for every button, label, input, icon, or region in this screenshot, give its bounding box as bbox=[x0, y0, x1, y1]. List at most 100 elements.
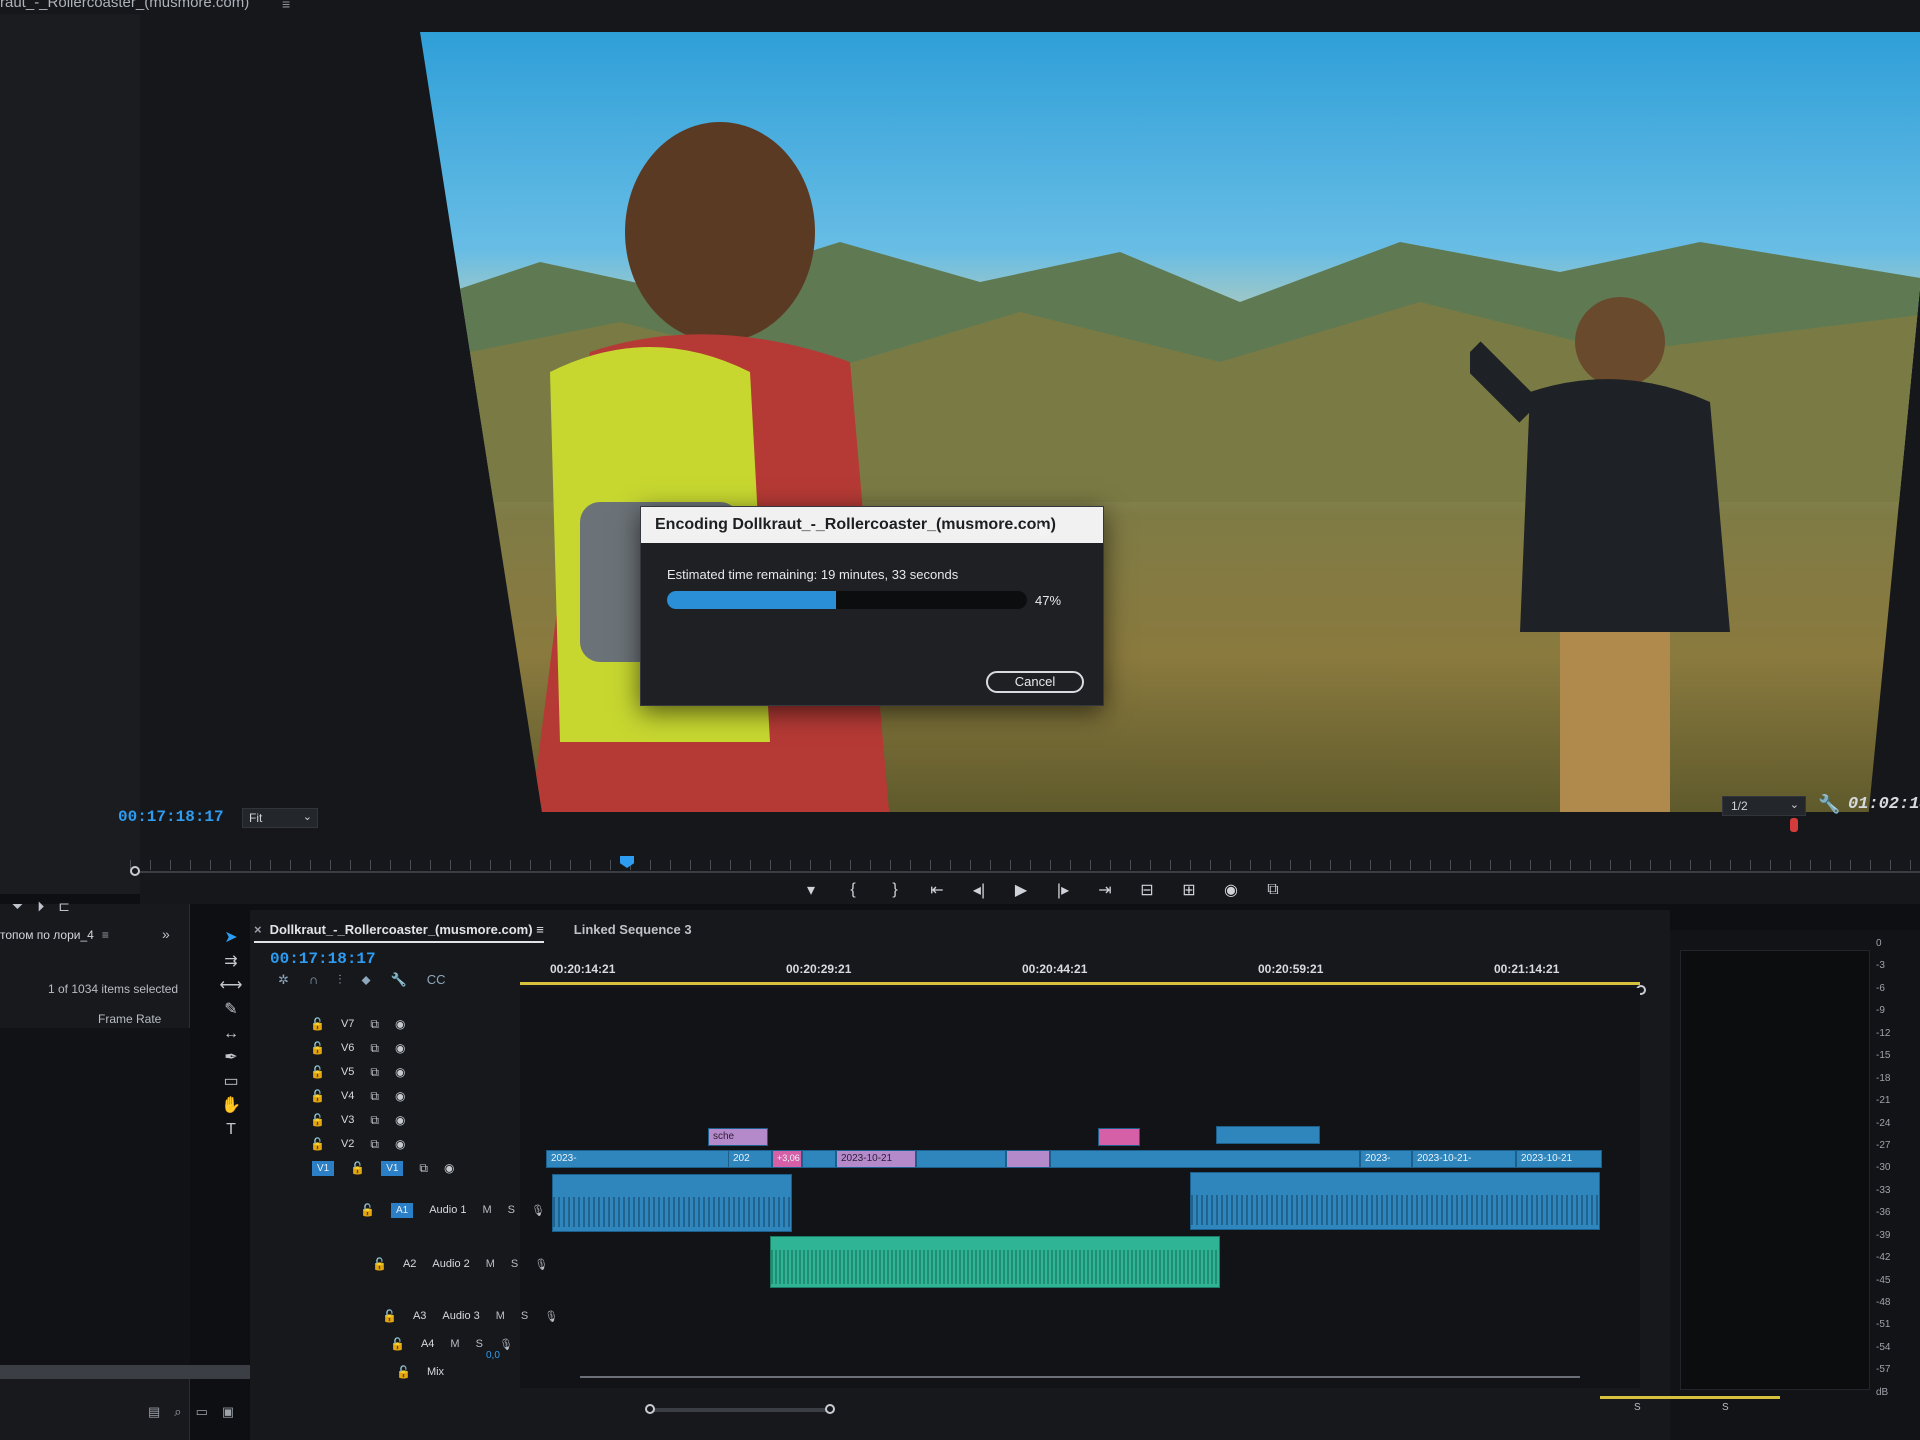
eye-icon[interactable]: ◉ bbox=[395, 1065, 405, 1079]
track-select-tool-icon[interactable]: ⇉ bbox=[224, 954, 237, 970]
eye-icon[interactable]: ◉ bbox=[395, 1113, 405, 1127]
linked-selection-icon[interactable]: ⫶ bbox=[338, 972, 341, 988]
fx-clip[interactable]: sche bbox=[708, 1128, 768, 1146]
source-patch-v1[interactable]: V1 bbox=[312, 1160, 335, 1176]
mute-icon[interactable]: M bbox=[496, 1310, 505, 1322]
lock-icon[interactable]: 🔓 bbox=[360, 1203, 375, 1217]
lock-icon[interactable]: 🔓 bbox=[372, 1257, 387, 1271]
playback-resolution-select[interactable]: 1/2 ⌄ bbox=[1722, 796, 1806, 816]
video-clip[interactable]: 2023-10-21- bbox=[1412, 1150, 1516, 1168]
sync-lock-icon[interactable]: ⧉ bbox=[419, 1161, 428, 1176]
video-clip[interactable]: 202 bbox=[728, 1150, 772, 1168]
zoom-fit-select[interactable]: Fit ⌄ bbox=[242, 808, 318, 828]
track-label-v1[interactable]: V1 bbox=[381, 1160, 404, 1176]
mute-icon[interactable]: M bbox=[486, 1258, 495, 1270]
video-clip[interactable] bbox=[1216, 1126, 1320, 1144]
play-button[interactable]: ▶ bbox=[1010, 880, 1032, 900]
video-clip[interactable] bbox=[916, 1150, 1006, 1168]
nest-icon[interactable]: ✲ bbox=[278, 972, 289, 988]
captions-icon[interactable]: CC bbox=[427, 972, 446, 988]
wrench-icon[interactable]: 🔧 bbox=[1818, 794, 1840, 815]
audio-clip[interactable] bbox=[1190, 1172, 1600, 1230]
timeline-zoom-scrollbar[interactable] bbox=[645, 1404, 835, 1414]
panel-overflow-icon[interactable]: » bbox=[162, 926, 170, 942]
lock-icon[interactable]: 🔓 bbox=[310, 1137, 325, 1151]
sync-lock-icon[interactable]: ⧉ bbox=[370, 1041, 379, 1056]
audio-clip[interactable] bbox=[552, 1174, 792, 1232]
mute-icon[interactable]: M bbox=[483, 1204, 492, 1216]
list-view-icon[interactable]: ▤ bbox=[148, 1404, 160, 1420]
graphics-clip[interactable] bbox=[1098, 1128, 1140, 1146]
solo-right-button[interactable]: S bbox=[1722, 1402, 1729, 1413]
timeline-ruler[interactable]: 00:20:14:21 00:20:29:21 00:20:44:21 00:2… bbox=[520, 956, 1640, 986]
window-tab-menu-icon[interactable]: ≡ bbox=[282, 0, 290, 12]
mix-volume-value[interactable]: 0,0 bbox=[486, 1350, 500, 1361]
lock-icon[interactable]: 🔓 bbox=[390, 1337, 405, 1351]
microphone-icon[interactable]: 🎙 bbox=[499, 1338, 513, 1351]
snap-icon[interactable]: ∩ bbox=[309, 972, 318, 988]
panel-menu-icon[interactable]: ≡ bbox=[102, 928, 109, 942]
tab-active-sequence[interactable]: × Dollkraut_-_Rollercoaster_(musmore.com)… bbox=[254, 922, 544, 943]
hand-tool-icon[interactable]: ✋ bbox=[221, 1098, 241, 1114]
new-bin-icon[interactable]: ⊏ bbox=[58, 898, 70, 915]
close-icon[interactable]: × bbox=[254, 922, 262, 937]
add-marker-button[interactable]: ▾ bbox=[800, 880, 822, 900]
mark-out-button[interactable]: } bbox=[884, 881, 906, 899]
insert-icon[interactable]: ⏵ bbox=[37, 898, 44, 915]
lift-button[interactable]: ⊟ bbox=[1136, 880, 1158, 900]
video-clip-selected[interactable]: 2023-10-21 bbox=[836, 1150, 916, 1168]
lock-icon[interactable]: 🔓 bbox=[310, 1113, 325, 1127]
video-clip[interactable] bbox=[802, 1150, 836, 1168]
timeline-timecode[interactable]: 00:17:18:17 bbox=[270, 950, 376, 968]
video-clip[interactable]: 2023- bbox=[1360, 1150, 1412, 1168]
lock-icon[interactable]: 🔓 bbox=[310, 1089, 325, 1103]
type-tool-icon[interactable]: T bbox=[226, 1122, 236, 1138]
monitor-scrubber[interactable] bbox=[130, 856, 1920, 876]
eye-icon[interactable]: ◉ bbox=[395, 1137, 405, 1151]
lock-icon[interactable]: 🔓 bbox=[310, 1017, 325, 1031]
project-tab[interactable]: топом по лори_4 ≡ bbox=[0, 928, 109, 942]
project-item-list[interactable] bbox=[0, 1028, 190, 1378]
mute-icon[interactable]: M bbox=[450, 1338, 459, 1350]
solo-icon[interactable]: S bbox=[511, 1258, 518, 1270]
pen-tool-icon[interactable]: ✒ bbox=[224, 1050, 237, 1066]
lock-icon[interactable]: 🔓 bbox=[310, 1065, 325, 1079]
microphone-icon[interactable]: 🎙 bbox=[531, 1204, 545, 1217]
panel-menu-icon[interactable]: ≡ bbox=[536, 922, 544, 937]
solo-icon[interactable]: S bbox=[521, 1310, 528, 1322]
solo-left-button[interactable]: S bbox=[1634, 1402, 1641, 1413]
sync-lock-icon[interactable]: ⧉ bbox=[370, 1065, 379, 1080]
slip-tool-icon[interactable]: ↔ bbox=[223, 1026, 239, 1042]
video-clip-selected[interactable] bbox=[1006, 1150, 1050, 1168]
lock-icon[interactable]: 🔓 bbox=[350, 1161, 365, 1175]
lock-icon[interactable]: 🔓 bbox=[396, 1365, 411, 1379]
cancel-button[interactable]: Cancel bbox=[986, 671, 1084, 693]
solo-icon[interactable]: S bbox=[476, 1338, 483, 1350]
eye-icon[interactable]: ◉ bbox=[395, 1041, 405, 1055]
video-clip[interactable]: 2023-10-21 bbox=[1516, 1150, 1602, 1168]
lock-icon[interactable]: 🔓 bbox=[310, 1041, 325, 1055]
mark-in-button[interactable]: { bbox=[842, 881, 864, 899]
scrubber-start-handle[interactable] bbox=[130, 866, 140, 876]
rectangle-tool-icon[interactable]: ▭ bbox=[223, 1074, 238, 1090]
step-forward-button[interactable]: |▸ bbox=[1052, 880, 1074, 900]
go-to-out-button[interactable]: ⇥ bbox=[1094, 880, 1116, 900]
marker-icon[interactable] bbox=[1790, 818, 1798, 832]
ripple-edit-tool-icon[interactable]: ⟷ bbox=[220, 978, 243, 994]
wrench-icon[interactable]: 🔧 bbox=[391, 972, 407, 988]
comparison-view-button[interactable]: ⧉ bbox=[1262, 881, 1284, 899]
sync-lock-icon[interactable]: ⧉ bbox=[370, 1137, 379, 1152]
selection-tool-icon[interactable]: ➤ bbox=[224, 930, 237, 946]
speed-clip[interactable]: +3,06 bbox=[772, 1150, 802, 1168]
window-tab-title[interactable]: raut_-_Rollercoaster_(musmore.com) bbox=[0, 0, 249, 11]
work-area-bar[interactable] bbox=[520, 982, 1640, 985]
tab-linked-sequence[interactable]: Linked Sequence 3 bbox=[574, 922, 692, 943]
solo-icon[interactable]: S bbox=[508, 1204, 515, 1216]
extract-button[interactable]: ⊞ bbox=[1178, 880, 1200, 900]
program-timecode[interactable]: 00:17:18:17 bbox=[118, 808, 224, 826]
razor-tool-icon[interactable]: ✎ bbox=[224, 1002, 237, 1018]
column-header-frame-rate[interactable]: Frame Rate bbox=[98, 1012, 161, 1026]
step-back-button[interactable]: ◂| bbox=[968, 880, 990, 900]
eye-icon[interactable]: ◉ bbox=[395, 1017, 405, 1031]
sync-lock-icon[interactable]: ⧉ bbox=[370, 1017, 379, 1032]
